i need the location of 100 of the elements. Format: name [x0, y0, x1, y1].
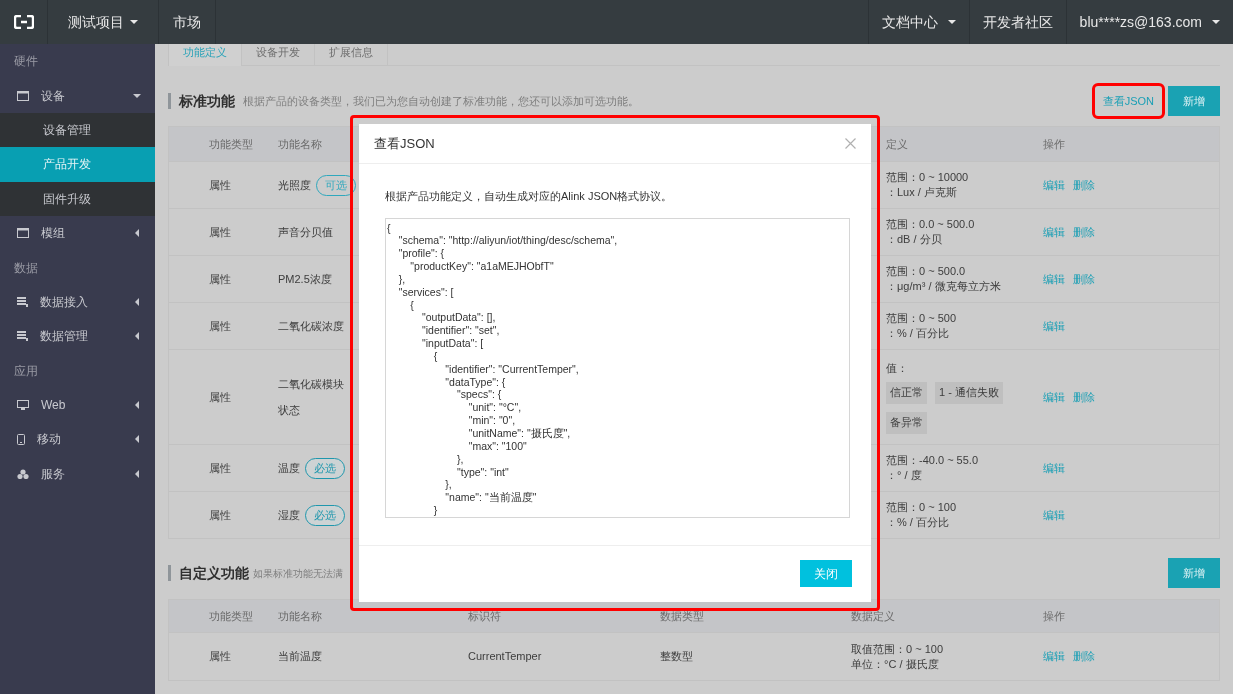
sidebar-item[interactable]: 服务 [0, 456, 155, 492]
cubes-icon [17, 468, 29, 479]
sidebar-item[interactable]: 数据接入 [0, 284, 155, 320]
enum-chip: 信正常 [886, 381, 927, 404]
definition-text: ：% / 百分比 [886, 515, 950, 530]
nav-dropdown[interactable]: blu****zs@163.com [1065, 0, 1233, 44]
edit-link[interactable]: 编辑 [1043, 459, 1065, 477]
definition-text: 范围：0 ~ 10000 [886, 170, 970, 185]
caret-icon [133, 401, 141, 410]
sidebar-item[interactable]: 模组 [0, 215, 155, 251]
edit-link[interactable]: 编辑 [1043, 506, 1065, 524]
table-cell-text: 属性 [208, 389, 231, 405]
column-header: 数据类型 [660, 608, 705, 624]
sidebar-subitem[interactable]: 固件升级 [0, 181, 155, 216]
window-icon [17, 90, 29, 101]
table-cell-text: 属性 [208, 318, 231, 334]
edit-link[interactable]: 编辑 [1043, 176, 1065, 194]
table-cell-text: 声音分贝值 [278, 224, 333, 240]
column-header: 标识符 [468, 608, 502, 624]
feature-tag: 必选 [305, 504, 345, 526]
monitor-icon [17, 400, 29, 411]
close-icon[interactable] [845, 138, 856, 149]
delete-link[interactable]: 删除 [1073, 223, 1095, 241]
column-header: 功能类型 [208, 608, 254, 624]
caret-icon [947, 18, 956, 26]
table-cell-text: CurrentTemper [468, 649, 543, 665]
edit-link[interactable]: 编辑 [1043, 648, 1065, 665]
sidebar-item[interactable]: 设备 [0, 78, 155, 113]
view-json-button[interactable]: 查看JSON [1094, 86, 1162, 116]
section-title: 标准功能 [179, 91, 235, 111]
dialog-description: 根据产品功能定义，自动生成对应的Alink JSON格式协议。 [385, 189, 674, 204]
definition-text: 范围：-40.0 ~ 55.0 [886, 453, 980, 468]
edit-link[interactable]: 编辑 [1043, 270, 1065, 288]
sidebar-subitem[interactable]: 产品开发 [0, 147, 155, 182]
tab[interactable]: 扩展信息 [315, 44, 388, 66]
table-cell-text: 属性 [208, 177, 231, 193]
caret-icon [133, 91, 141, 100]
section-title: 自定义功能 [179, 563, 249, 583]
caret-icon [133, 229, 141, 238]
table-cell-text: 光照度 [278, 177, 311, 193]
feature-tag: 必选 [305, 457, 345, 479]
definition-text: 值： [886, 360, 909, 376]
table-cell-text: 属性 [208, 649, 232, 665]
add-button[interactable]: 新增 [1168, 558, 1220, 588]
table-cell-text: 属性 [208, 271, 231, 287]
delete-link[interactable]: 删除 [1073, 270, 1095, 288]
delete-link[interactable]: 删除 [1073, 648, 1095, 665]
sidebar-item[interactable]: 数据管理 [0, 319, 155, 354]
definition-text: ：Lux / 卢克斯 [886, 185, 958, 200]
table-cell-text: 整数型 [660, 649, 694, 665]
sidebar-section-label: 数据 [13, 259, 39, 277]
enum-chip: 备异常 [886, 411, 927, 434]
edit-link[interactable]: 编辑 [1043, 317, 1065, 335]
definition-text: 取值范围：0 ~ 100 [851, 641, 944, 657]
nav-dropdown[interactable]: 文档中心 [867, 0, 969, 44]
nav-link[interactable]: 开发者社区 [968, 0, 1066, 44]
column-header: 功能名称 [278, 608, 323, 624]
definition-text: ：% / 百分比 [886, 326, 950, 341]
sidebar-section-label: 应用 [13, 362, 39, 380]
edit-link[interactable]: 编辑 [1043, 223, 1065, 241]
add-button[interactable]: 新增 [1168, 86, 1220, 116]
sidebar-section-label: 硬件 [13, 53, 39, 71]
sidebar-subitem[interactable]: 设备管理 [0, 112, 155, 148]
column-header: 功能类型 [208, 136, 253, 152]
tab[interactable]: 功能定义 [168, 44, 242, 66]
window-icon [17, 228, 29, 239]
caret-icon [130, 18, 138, 26]
table-cell-text: 属性 [208, 224, 231, 240]
table-cell-text: 二氧化碳模块状态 [278, 377, 345, 418]
column-header: 功能名称 [278, 136, 322, 152]
sidebar-item[interactable]: 移动 [0, 422, 155, 457]
sidebar-item[interactable]: Web [0, 387, 155, 423]
definition-text: 范围：0 ~ 500.0 [886, 264, 967, 279]
logo-icon [13, 15, 34, 29]
definition-text: ：μg/m³ / 微克每立方米 [886, 279, 1002, 294]
table-cell-text: 当前温度 [278, 649, 323, 665]
section-description: 如果标准功能无法满 [253, 566, 343, 581]
column-header: 定义 [885, 136, 908, 152]
definition-text: ：° / 度 [886, 468, 923, 483]
column-header: 操作 [1043, 136, 1065, 152]
column-header: 数据定义 [851, 608, 896, 624]
table-cell-text: PM2.5浓度 [278, 271, 332, 287]
json-code: { "schema": "http://aliyun/iot/thing/desc/schema", "profile": { "productKey": "a1aMEJHObfT" }, "services": [ { "outputData": [], "identifier": "set", "inputData": [ { "identifier": "CurrentTemper", "dataType": { "specs": { "unit": "°C", "min": "0", "unitName": "摄氏度", "max": "100" }, "type": "int" }, "name": "当前温度" } [387, 221, 619, 517]
delete-link[interactable]: 删除 [1073, 388, 1095, 406]
table-cell-text: 温度 [278, 460, 300, 476]
list-icon [17, 331, 28, 342]
caret-icon [133, 332, 141, 341]
definition-text: 范围：0 ~ 100 [886, 500, 957, 515]
list-icon [17, 296, 28, 307]
tab[interactable]: 设备开发 [242, 44, 315, 66]
enum-chip: 1 - 通信失败 [935, 381, 1003, 404]
section-description: 根据产品的设备类型，我们已为您自动创建了标准功能，您还可以添加可选功能。 [243, 93, 639, 109]
delete-link[interactable]: 删除 [1073, 176, 1095, 194]
caret-icon [1212, 18, 1220, 26]
caret-icon [133, 297, 141, 306]
close-button[interactable]: 关闭 [800, 560, 852, 588]
phone-icon [17, 434, 25, 445]
table-cell-text: 二氧化碳浓度 [278, 318, 344, 334]
column-header: 操作 [1043, 608, 1066, 624]
edit-link[interactable]: 编辑 [1043, 388, 1065, 406]
